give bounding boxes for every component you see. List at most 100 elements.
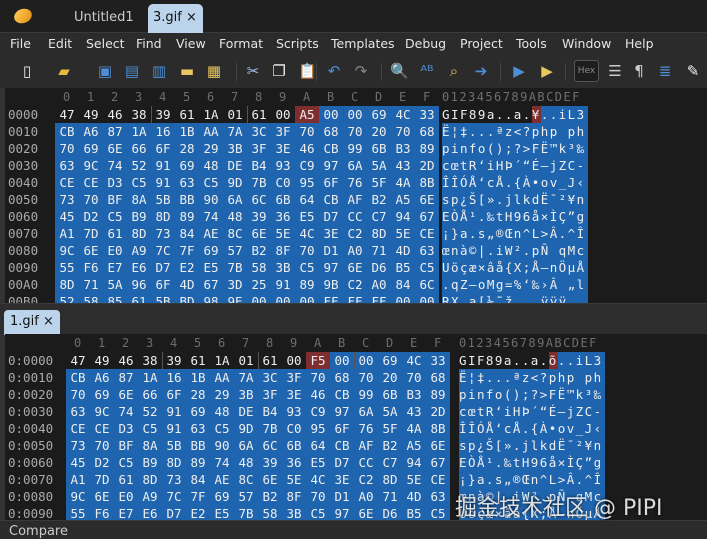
hex-byte[interactable]: C5: [210, 420, 234, 437]
hex-byte[interactable]: 71: [378, 488, 402, 505]
menu-window[interactable]: Window: [562, 36, 611, 51]
hex-byte[interactable]: 39: [151, 106, 175, 123]
hex-byte[interactable]: C5: [426, 505, 450, 520]
hex-byte[interactable]: 00: [343, 106, 367, 123]
hex-byte[interactable]: AA: [199, 123, 223, 140]
hex-byte[interactable]: 3F: [271, 123, 295, 140]
hex-byte[interactable]: 70: [306, 369, 330, 386]
hex-byte[interactable]: 6C: [415, 276, 439, 293]
hex-byte[interactable]: 7A: [223, 123, 247, 140]
hex-byte[interactable]: 97: [330, 505, 354, 520]
hex-byte[interactable]: D3: [103, 174, 127, 191]
text-row[interactable]: pinfo();?>FË™k³‰: [442, 140, 588, 157]
hex-byte[interactable]: 7C: [162, 488, 186, 505]
hex-byte[interactable]: 4C: [306, 471, 330, 488]
hex-byte[interactable]: 6E: [354, 505, 378, 520]
hex-byte[interactable]: 3B: [282, 505, 306, 520]
hex-byte[interactable]: 5A: [103, 276, 127, 293]
hex-byte[interactable]: 68: [426, 369, 450, 386]
hex-byte[interactable]: 28: [186, 386, 210, 403]
hex-byte[interactable]: 3B: [271, 259, 295, 276]
text-row[interactable]: cœtR‘iHÞ´“É—jZC-: [442, 157, 588, 174]
hex-byte[interactable]: 8D: [151, 208, 175, 225]
hex-byte[interactable]: 46: [295, 140, 319, 157]
open-folder-icon[interactable]: ▰: [55, 62, 73, 80]
hex-byte[interactable]: 00: [391, 293, 415, 303]
text-row[interactable]: ¡}a.s„®Œn^L>Â.^Î: [459, 471, 605, 488]
hex-byte[interactable]: 69: [378, 352, 402, 369]
hex-byte[interactable]: B5: [391, 259, 415, 276]
tab-3gif[interactable]: 3.gif ×: [148, 4, 203, 33]
hex-byte[interactable]: D1: [330, 488, 354, 505]
hex-byte[interactable]: B2: [258, 488, 282, 505]
hex-byte[interactable]: 55: [66, 505, 90, 520]
hex-byte[interactable]: 49: [90, 352, 114, 369]
hex-byte[interactable]: A0: [367, 276, 391, 293]
hex-byte[interactable]: CE: [90, 420, 114, 437]
hex-byte[interactable]: 8A: [127, 191, 151, 208]
hex-byte[interactable]: 69: [199, 242, 223, 259]
hex-byte[interactable]: 1A: [138, 369, 162, 386]
hex-byte[interactable]: E2: [186, 505, 210, 520]
hex-byte[interactable]: 6F: [151, 140, 175, 157]
hex-byte[interactable]: 33: [426, 352, 450, 369]
hex-byte[interactable]: CE: [66, 420, 90, 437]
hex-byte[interactable]: 8C: [234, 471, 258, 488]
hex-byte[interactable]: BB: [175, 191, 199, 208]
hex-byte[interactable]: 16: [151, 123, 175, 140]
text-row[interactable]: cœtR‘iHÞ´“É—jZC-: [459, 403, 605, 420]
hex-byte[interactable]: 93: [282, 403, 306, 420]
hex-byte[interactable]: 7B: [258, 420, 282, 437]
hex-byte[interactable]: 63: [415, 242, 439, 259]
hex-byte[interactable]: 97: [330, 403, 354, 420]
hex-byte[interactable]: A6: [79, 123, 103, 140]
hex-byte[interactable]: 7B: [247, 174, 271, 191]
run-template-icon[interactable]: ▶: [538, 62, 556, 80]
hex-byte[interactable]: D6: [378, 505, 402, 520]
hex-byte[interactable]: AE: [199, 225, 223, 242]
hex-byte[interactable]: 70: [295, 123, 319, 140]
hex-byte[interactable]: 70: [66, 386, 90, 403]
hex-byte[interactable]: FF: [367, 293, 391, 303]
hex-byte[interactable]: 3B: [223, 140, 247, 157]
hex-byte[interactable]: C5: [199, 174, 223, 191]
hex-byte[interactable]: 70: [354, 369, 378, 386]
hex-byte[interactable]: 58: [247, 259, 271, 276]
hex-byte[interactable]: 99: [354, 386, 378, 403]
hex-byte[interactable]: 73: [66, 437, 90, 454]
hex-byte[interactable]: E2: [175, 259, 199, 276]
hex-byte[interactable]: 68: [415, 123, 439, 140]
hex-byte[interactable]: 46: [306, 386, 330, 403]
hex-byte[interactable]: 5A: [367, 157, 391, 174]
hex-byte[interactable]: CC: [354, 454, 378, 471]
hex-byte[interactable]: 89: [175, 208, 199, 225]
hex-byte[interactable]: 5F: [378, 420, 402, 437]
hex-byte[interactable]: 8D: [162, 454, 186, 471]
hex-byte[interactable]: 3E: [319, 225, 343, 242]
hex-byte[interactable]: 39: [247, 208, 271, 225]
text-row[interactable]: sp¿Š[».jlkdË¯²¥n: [442, 191, 588, 208]
hex-byte[interactable]: 29: [199, 140, 223, 157]
hex-byte[interactable]: 70: [55, 140, 79, 157]
hex-byte[interactable]: E5: [199, 259, 223, 276]
hex-byte[interactable]: 61: [175, 106, 199, 123]
hex-byte[interactable]: CB: [330, 386, 354, 403]
hex-byte[interactable]: 58: [79, 293, 103, 303]
text-row[interactable]: ¡}a.s„®Œn^L>Â.^Î: [442, 225, 588, 242]
hex-byte[interactable]: CB: [330, 437, 354, 454]
hex-byte[interactable]: 67: [199, 276, 223, 293]
hex-byte[interactable]: 8F: [271, 242, 295, 259]
hex-byte[interactable]: 4D: [391, 242, 415, 259]
hex-byte[interactable]: B2: [247, 242, 271, 259]
hex-byte[interactable]: 6C: [258, 437, 282, 454]
hex-byte[interactable]: 67: [426, 454, 450, 471]
hex-byte[interactable]: E0: [103, 242, 127, 259]
hex-byte[interactable]: 49: [79, 106, 103, 123]
hex-byte[interactable]: E5: [306, 454, 330, 471]
hex-byte[interactable]: 36: [282, 454, 306, 471]
hex-byte[interactable]: 99: [343, 140, 367, 157]
hex-byte[interactable]: C5: [103, 208, 127, 225]
hex-byte[interactable]: 00: [271, 106, 295, 123]
hex-byte[interactable]: 8D: [138, 471, 162, 488]
hex-byte[interactable]: 33: [415, 106, 439, 123]
